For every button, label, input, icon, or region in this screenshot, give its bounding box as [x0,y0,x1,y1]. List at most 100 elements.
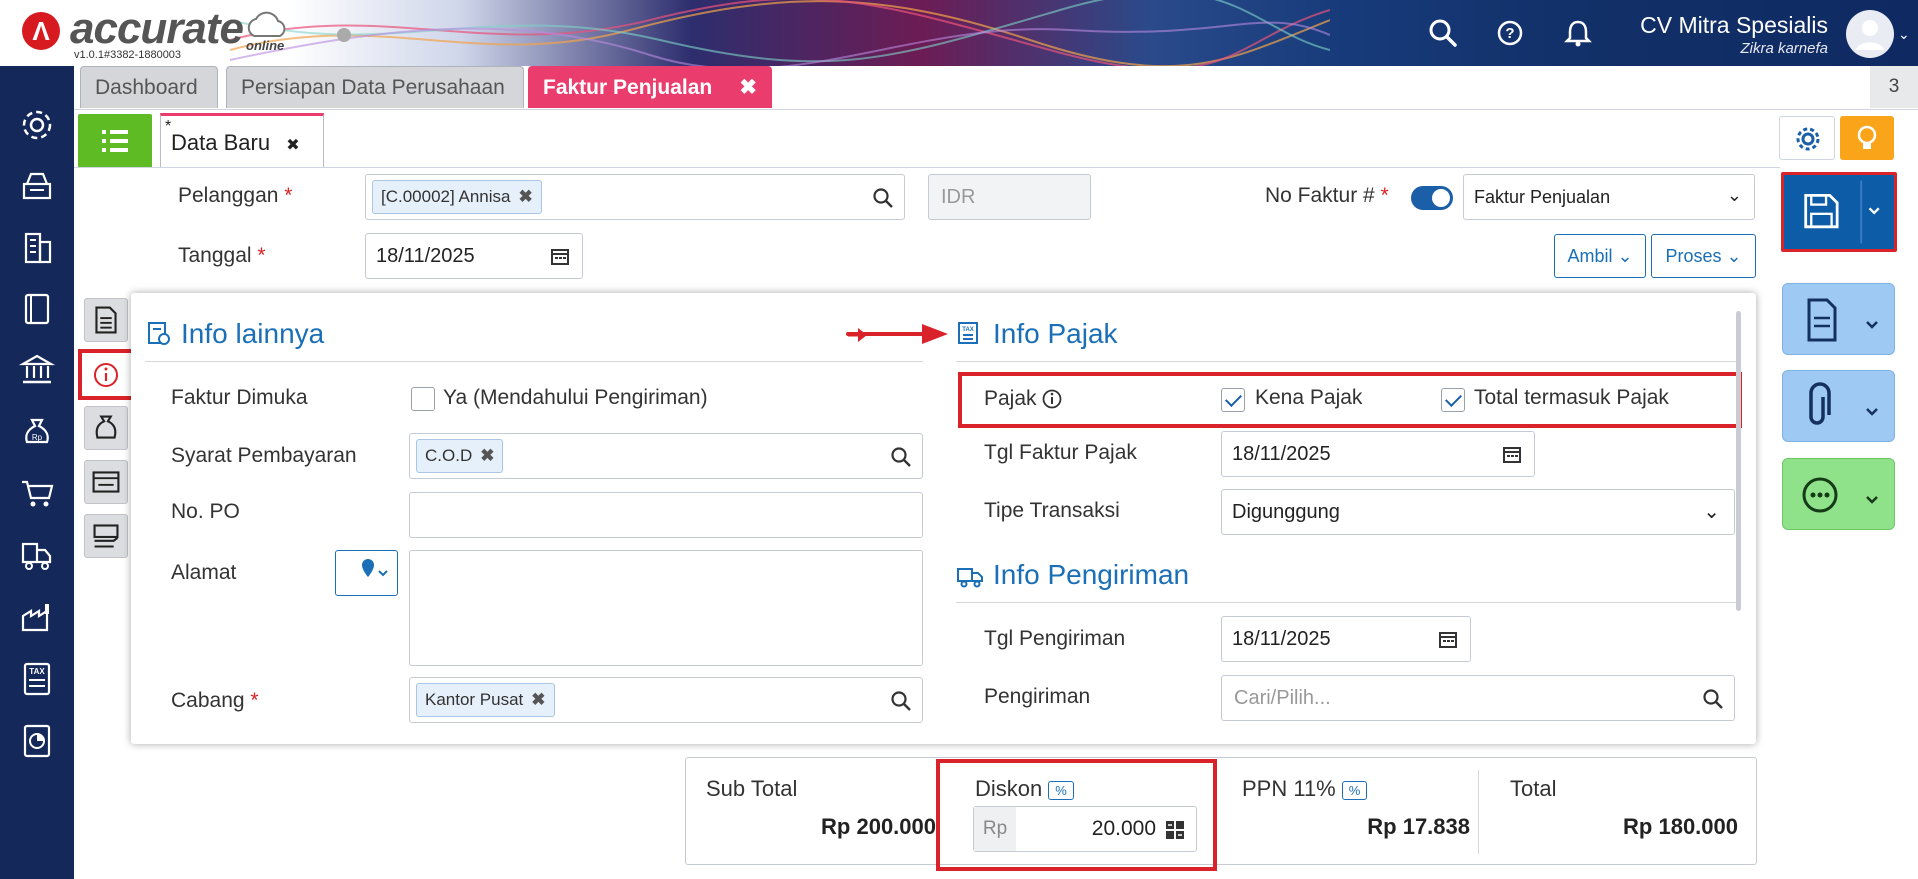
calendar-icon[interactable] [550,246,570,266]
kena-pajak-label: Kena Pajak [1255,386,1363,409]
tanggal-label: Tanggal * [178,244,266,267]
kena-pajak-checkbox[interactable] [1221,388,1245,412]
close-icon[interactable]: ✖ [286,137,299,154]
scrollbar[interactable] [1736,311,1741,611]
detail-tab[interactable] [84,298,128,342]
payment-tab[interactable] [84,406,128,450]
calculator-icon[interactable] [1164,819,1186,841]
money-bag-icon[interactable]: Rp [18,412,56,450]
shipping-tab[interactable] [84,460,128,504]
building-icon[interactable] [18,228,56,266]
auto-number-toggle[interactable] [1411,186,1453,210]
document-button[interactable] [1782,283,1895,355]
attachment-button[interactable] [1782,370,1895,442]
ppn-percent-toggle[interactable]: % [1341,780,1368,800]
tab-label: Faktur Penjualan [543,76,713,99]
inventory-icon[interactable] [18,166,56,204]
lightbulb-icon [1857,125,1877,149]
ambil-button[interactable]: Ambil ⌄ [1554,234,1646,278]
report-icon[interactable] [18,722,56,760]
diskon-percent-toggle[interactable]: % [1048,780,1074,800]
po-field[interactable] [409,492,923,538]
factory-icon[interactable] [18,598,56,636]
faktur-type-select[interactable]: Faktur Penjualan ⌄ [1463,174,1755,220]
tab-faktur-penjualan[interactable]: Faktur Penjualan ✖ [528,66,772,108]
help-icon[interactable]: ? [1493,16,1527,50]
search-icon[interactable] [872,187,894,209]
paperclip-icon [1809,382,1878,425]
divider [74,167,1780,168]
required-marker: * [1380,184,1389,207]
tgl-faktur-pajak-field[interactable]: 18/11/2025 [1221,431,1535,477]
bell-icon[interactable] [1561,16,1595,50]
diskon-input[interactable]: Rp 20.000 [973,806,1197,852]
ppn-label: PPN 11%% [1242,776,1368,802]
avatar[interactable] [1846,10,1894,58]
calendar-icon[interactable] [1438,629,1458,649]
search-icon[interactable] [1702,688,1724,710]
more-actions-button[interactable] [1782,458,1895,530]
required-marker: * [250,689,259,712]
brand-logo-icon[interactable]: Λ [22,12,60,50]
divider [145,361,923,362]
cabang-field[interactable]: Kantor Pusat ✖ [409,677,923,723]
settings-icon[interactable] [18,106,56,144]
remove-icon[interactable]: ✖ [480,446,494,465]
remove-icon[interactable]: ✖ [518,187,532,206]
tab-count-badge[interactable]: 3 [1870,66,1918,108]
brand-name[interactable]: accurate [70,4,244,54]
book-icon[interactable] [18,290,56,328]
faktur-dimuka-checkbox[interactable] [411,387,435,411]
pengiriman-field[interactable]: Cari/Pilih... [1221,675,1735,721]
remove-icon[interactable]: ✖ [531,690,545,709]
tgl-pengiriman-field[interactable]: 18/11/2025 [1221,616,1471,662]
list-view-button[interactable] [78,114,152,168]
save-icon [1804,180,1880,244]
svg-text:?: ? [1505,25,1514,42]
document-icon [1807,298,1878,342]
tips-button[interactable] [1840,116,1894,160]
cart-icon[interactable] [18,474,56,512]
diskon-value: 20.000 [1091,817,1156,840]
total-termasuk-pajak-checkbox[interactable] [1441,388,1465,412]
calendar-icon[interactable] [1502,444,1522,464]
search-icon[interactable] [890,690,912,712]
search-icon[interactable] [890,446,912,468]
alamat-textarea[interactable] [409,550,923,666]
bank-icon[interactable] [18,350,56,388]
total-value: Rp 180.000 [1623,814,1738,839]
close-icon[interactable]: ✖ [739,75,757,100]
search-icon[interactable] [1426,16,1460,50]
gear-icon [1796,127,1820,151]
cloud-icon [247,11,286,37]
pelanggan-field[interactable]: [C.00002] Annisa ✖ [365,174,905,220]
info-pengiriman-title: Info Pengiriman [993,559,1190,590]
tab-dashboard[interactable]: Dashboard [80,66,218,108]
pelanggan-label: Pelanggan * [178,184,293,207]
no-faktur-label: No Faktur # * [1265,184,1389,207]
receipt-tab[interactable] [84,514,128,558]
tipe-transaksi-select[interactable]: Digunggung ⌄ [1221,489,1735,535]
tab-label: Data Baru [171,130,271,155]
more-icon [1802,477,1878,513]
tanggal-field[interactable]: 18/11/2025 [365,233,583,279]
save-button[interactable] [1781,172,1897,252]
info-tab[interactable] [78,349,135,400]
pelanggan-chip: [C.00002] Annisa ✖ [372,180,542,214]
cabang-label: Cabang * [171,689,259,712]
info-icon[interactable] [1041,388,1063,410]
syarat-chip: C.O.D ✖ [416,439,504,473]
truck-icon[interactable] [18,536,56,574]
tab-persiapan-data[interactable]: Persiapan Data Perusahaan [226,66,524,108]
company-name[interactable]: CV Mitra Spesialis [1640,12,1828,39]
info-pajak-title: Info Pajak [993,318,1118,349]
money-bag-icon [95,415,117,439]
settings-button[interactable] [1779,116,1835,160]
syarat-field[interactable]: C.O.D ✖ [409,433,923,479]
address-picker-button[interactable] [335,550,398,596]
proses-button[interactable]: Proses ⌄ [1651,234,1756,278]
tab-data-baru[interactable]: * Data Baru ✖ [160,113,324,168]
tipe-transaksi-label: Tipe Transaksi [984,499,1120,522]
tax-icon[interactable]: TAX [18,660,56,698]
chevron-down-icon[interactable]: ⌄ [1898,26,1910,43]
